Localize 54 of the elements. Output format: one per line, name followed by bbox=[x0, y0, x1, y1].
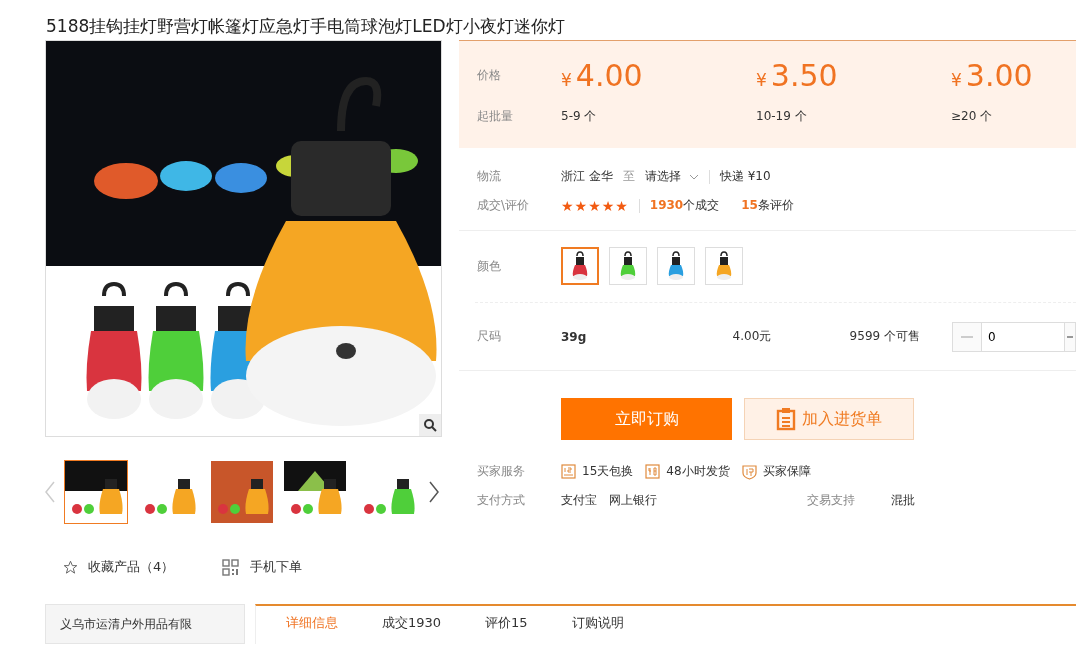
minus-icon bbox=[961, 335, 973, 338]
thumbnail-image[interactable] bbox=[64, 460, 128, 524]
payment-method: 网上银行 bbox=[609, 492, 657, 509]
shield-icon bbox=[741, 463, 757, 480]
tier-quantity: 10-19 个 bbox=[756, 107, 808, 125]
origin-text: 浙江 金华 bbox=[561, 168, 613, 185]
quantity-field[interactable]: 0 bbox=[981, 322, 1065, 351]
shop-name: 义乌市运清户外用品有限 bbox=[60, 617, 192, 631]
quantity-stepper[interactable]: 0 bbox=[952, 321, 1076, 352]
tier-quantity: 5-9 个 bbox=[561, 107, 598, 125]
tier-quantity: ≥20 个 bbox=[951, 107, 994, 125]
deal-count: 1930个成交 bbox=[649, 197, 720, 214]
stock-count: 9599 个可售 bbox=[849, 328, 921, 345]
field-label: 成交\评价 bbox=[477, 197, 531, 214]
action-link[interactable]: 收藏产品（4） bbox=[88, 558, 175, 576]
to-text: 至 bbox=[622, 168, 635, 185]
field-label: 物流 bbox=[477, 168, 502, 185]
size-value: 39g bbox=[561, 329, 588, 344]
field-label: 颜色 bbox=[477, 257, 502, 275]
field-label: 尺码 bbox=[477, 328, 502, 345]
qr-code-icon[interactable] bbox=[222, 558, 241, 576]
field-label: 买家服务 bbox=[477, 463, 526, 480]
review-count[interactable]: 15条评价 bbox=[741, 197, 794, 214]
detail-tab[interactable]: 评价15 bbox=[483, 614, 530, 644]
payment-method: 支付宝 bbox=[561, 492, 597, 509]
color-swatch[interactable] bbox=[561, 247, 599, 285]
plus-button[interactable] bbox=[1065, 322, 1075, 351]
service-label: 买家保障 bbox=[762, 463, 811, 480]
field-label: 交易支持 bbox=[807, 492, 856, 509]
size-price: 4.00元 bbox=[732, 328, 773, 345]
shipping-fee: 快递 ¥10 bbox=[719, 168, 771, 185]
detail-tab[interactable]: 成交1930 bbox=[380, 614, 444, 644]
calendar-icon bbox=[561, 464, 576, 479]
tier-price: ¥3.00 bbox=[951, 57, 1034, 93]
product-title: 5188挂钩挂灯野营灯帐篷灯应急灯手电筒球泡灯LED灯小夜灯迷你灯 bbox=[45, 15, 566, 38]
field-label: 起批量 bbox=[477, 107, 514, 125]
field-label: 支付方式 bbox=[477, 492, 526, 509]
tier-price: ¥4.00 bbox=[561, 57, 644, 93]
tier-price: ¥3.50 bbox=[756, 57, 839, 93]
rating-stars: ★★★★★ bbox=[561, 197, 629, 214]
service-label: 15天包换 bbox=[582, 463, 634, 480]
clipboard-icon bbox=[776, 407, 796, 431]
action-link[interactable]: 手机下单 bbox=[250, 558, 303, 576]
chevron-right-icon[interactable] bbox=[429, 481, 439, 503]
service-label: 48小时发货 bbox=[666, 463, 730, 480]
chevron-down-icon bbox=[688, 173, 699, 180]
magnifier-icon[interactable] bbox=[419, 414, 441, 436]
detail-tab[interactable]: 订购说明 bbox=[569, 614, 626, 644]
clock-box-icon bbox=[645, 464, 661, 479]
trade-type: 混批 bbox=[891, 492, 915, 509]
plus-icon bbox=[1067, 335, 1073, 338]
destination-dropdown[interactable]: 请选择 bbox=[644, 168, 699, 185]
star-outline-icon[interactable] bbox=[63, 559, 78, 575]
field-label: 价格 bbox=[477, 66, 502, 84]
